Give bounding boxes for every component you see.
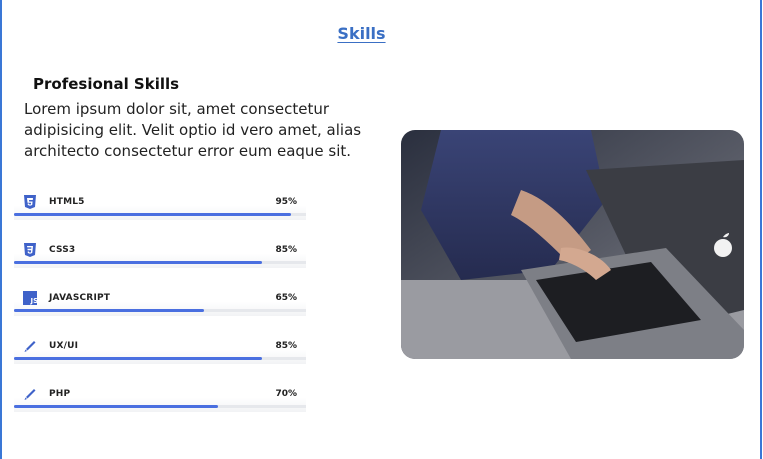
skill-percent: 85% — [275, 245, 297, 255]
skill-progress-track — [14, 213, 306, 216]
skill-row-html5: HTML5 95% — [14, 188, 306, 220]
skill-name: CSS3 — [49, 245, 76, 255]
skill-progress-track — [14, 405, 306, 408]
skill-progress-fill — [14, 357, 263, 360]
javascript-icon: JS — [23, 291, 37, 305]
skill-row-php: PHP 70% — [14, 380, 306, 412]
skill-row-javascript: JS JAVASCRIPT 65% — [14, 284, 306, 316]
skill-progress-fill — [14, 213, 292, 216]
laptop-photo — [401, 130, 744, 359]
skill-progress-fill — [14, 405, 219, 408]
pencil-icon — [23, 339, 37, 353]
skill-name: UX/UI — [49, 341, 79, 351]
skill-progress-track — [14, 309, 306, 312]
skill-percent: 85% — [275, 341, 297, 351]
skill-row-uxui: UX/UI 85% — [14, 332, 306, 364]
skill-percent: 95% — [275, 197, 297, 207]
skill-progress-track — [14, 261, 306, 264]
page-frame-left — [0, 0, 2, 459]
skills-heading: Profesional Skills — [33, 75, 180, 93]
skills-description: Lorem ipsum dolor sit, amet consectetur … — [24, 100, 362, 160]
skills-list: HTML5 95% CSS3 85% JS JAVASCRIPT 65% UX/… — [14, 188, 306, 428]
section-title-link[interactable]: Skills — [0, 24, 723, 43]
pencil-icon — [23, 387, 37, 401]
skill-row-css3: CSS3 85% — [14, 236, 306, 268]
page-frame-right — [760, 0, 762, 459]
skill-progress-track — [14, 357, 306, 360]
skill-percent: 70% — [275, 389, 297, 399]
skill-progress-fill — [14, 309, 204, 312]
skill-progress-fill — [14, 261, 263, 264]
skill-percent: 65% — [275, 293, 297, 303]
html5-icon — [23, 195, 37, 209]
skill-name: PHP — [49, 389, 71, 399]
css3-icon — [23, 243, 37, 257]
svg-text:JS: JS — [30, 297, 38, 305]
skill-name: HTML5 — [49, 197, 85, 207]
skill-name: JAVASCRIPT — [49, 293, 111, 303]
